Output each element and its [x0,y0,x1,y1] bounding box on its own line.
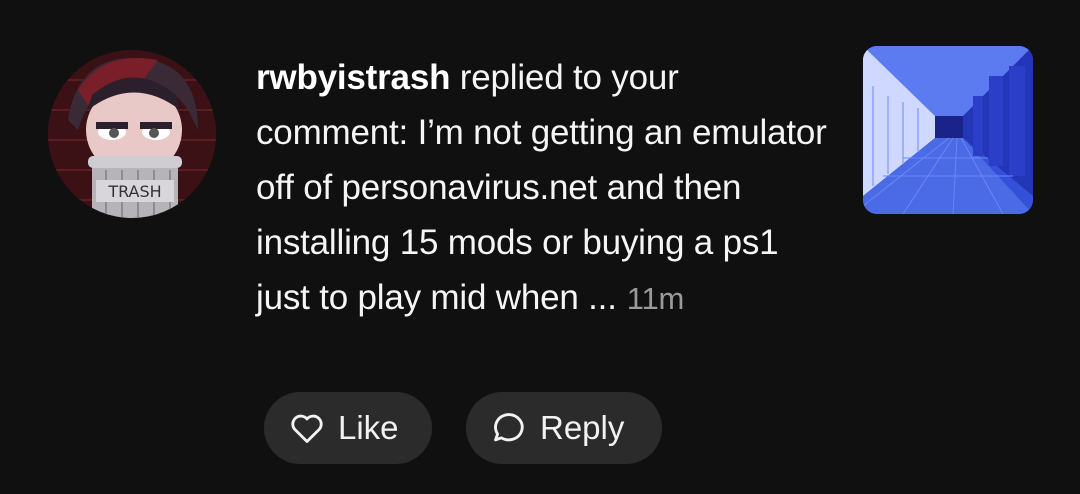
reply-button[interactable]: Reply [466,392,662,464]
reply-label: Reply [540,409,625,446]
like-label: Like [338,409,399,446]
username[interactable]: rwbyistrash [256,58,450,97]
timestamp: 11m [626,281,685,316]
notification-message: rwbyistrash replied to your comment: I’m… [256,50,831,326]
post-thumbnail[interactable] [863,46,1033,214]
like-button[interactable]: Like [264,392,432,464]
avatar-image: TRASH [48,50,216,218]
blue-hallway-thumbnail [863,46,1033,214]
speech-bubble-icon [490,409,528,447]
avatar-trash-label: TRASH [107,182,161,201]
heart-outline-icon [288,409,326,447]
avatar[interactable]: TRASH [48,50,216,218]
notification-body[interactable]: rwbyistrash replied to your comment: I’m… [256,50,831,326]
